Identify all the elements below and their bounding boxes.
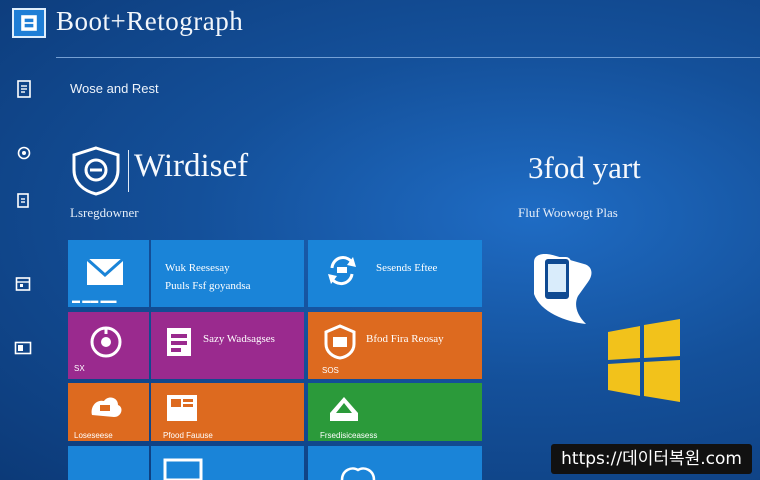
tools-icon (86, 393, 126, 423)
tile-cloud[interactable] (308, 446, 482, 480)
hero-subtitle: Lsregdowner (70, 205, 139, 220)
restore-icon (324, 324, 356, 360)
cloud-icon (338, 464, 378, 480)
tile-recovery[interactable]: Wuk Reesesay Puuls Fsf goyandsa (151, 240, 304, 307)
right-title: 3fod yart (528, 150, 641, 185)
hero-title: Wirdisef (134, 148, 249, 184)
tile-store[interactable] (151, 446, 304, 480)
header-divider (56, 57, 760, 58)
windows-logo-icon (606, 318, 682, 402)
watermark: https://데이터복원.com (551, 444, 752, 474)
tile-store-left[interactable] (68, 446, 149, 480)
recovery-label: Wuk Reesesay (165, 262, 230, 274)
tile-tools[interactable]: Loseseese (68, 383, 149, 441)
record-icon[interactable] (17, 146, 31, 160)
tools-caption: Loseseese (74, 431, 113, 440)
phone-icon (526, 248, 596, 330)
support-icon (88, 324, 124, 360)
document-icon[interactable] (15, 80, 33, 98)
mail-icon (85, 256, 125, 288)
tile-files[interactable]: Pfood Fauuse (151, 383, 304, 441)
app-title: Boot+Retograph (56, 6, 244, 36)
restore-caption: SOS (322, 366, 339, 375)
tile-search[interactable]: Sesends Eftee (308, 240, 482, 307)
refresh-icon (324, 252, 360, 288)
files-caption: Pfood Fauuse (163, 431, 213, 440)
restore-label: Bfod Fira Reosay (366, 333, 444, 345)
tile-restore[interactable]: Bfod Fira Reosay SOS (308, 312, 482, 379)
recovery-label-2: Puuls Fsf goyandsa (165, 280, 251, 292)
registry-label: Sazy Wadsagses (203, 333, 275, 345)
shield-icon (70, 146, 122, 196)
search-label: Sesends Eftee (376, 262, 438, 274)
photos-caption: Frsedisiceasess (320, 431, 378, 440)
files-icon (165, 393, 199, 423)
app-logo-icon[interactable] (12, 8, 46, 38)
photos-icon (326, 393, 362, 423)
store-icon (163, 456, 203, 480)
tile-registry[interactable]: Sazy Wadsagses (151, 312, 304, 379)
registry-icon (165, 326, 193, 358)
section-label: Wose and Rest (70, 81, 159, 96)
tile-mail[interactable]: ▬ ▬▬ ▬▬ (68, 240, 149, 307)
clipboard-icon[interactable] (16, 192, 30, 208)
right-subtitle: Fluf Woowogt Plas (518, 205, 618, 220)
tile-photos[interactable]: Frsedisiceasess (308, 383, 482, 441)
window-icon[interactable] (14, 341, 32, 355)
hero-divider (128, 150, 129, 192)
tile-support[interactable]: SX (68, 312, 149, 379)
support-caption: SX (74, 364, 85, 373)
mail-tile-caption: ▬ ▬▬ ▬▬ (72, 296, 117, 305)
calendar-icon[interactable] (15, 276, 31, 291)
